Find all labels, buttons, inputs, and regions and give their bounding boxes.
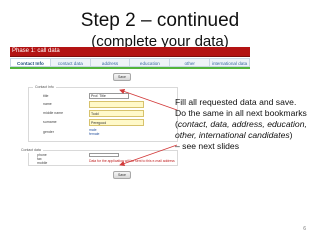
email-note: Data for the application will be sent to…: [89, 159, 175, 163]
tab-other[interactable]: other: [170, 58, 211, 67]
tab-contact-info[interactable]: Contact Info: [10, 58, 51, 67]
field-label-surname: surname: [43, 120, 57, 124]
field-label-name: name: [43, 102, 52, 106]
callout-line: – see next slides: [175, 141, 240, 151]
section-legend: Contact Info: [33, 85, 56, 90]
tab-underline: [10, 67, 250, 69]
save-button-top[interactable]: Save: [113, 73, 131, 81]
form-header: Phase 1: call data: [10, 47, 250, 56]
callout-line: (contact, data, address, education,: [175, 119, 317, 130]
name-field[interactable]: [89, 101, 144, 108]
form-row: gender male female: [29, 128, 179, 136]
tab-address[interactable]: address: [90, 58, 131, 67]
gender-option-female[interactable]: female: [89, 132, 100, 136]
tab-contact-data[interactable]: contact data: [50, 58, 91, 67]
tab-education[interactable]: education: [130, 58, 171, 67]
bookmark-list: contact, data, address, education,: [177, 119, 307, 129]
tab-international-data[interactable]: international data: [210, 58, 250, 67]
field-label-title: title: [43, 94, 49, 98]
save-button-bottom[interactable]: Save: [113, 171, 131, 179]
header-rule: [10, 56, 250, 57]
paren-close: ): [289, 130, 293, 140]
bookmark-list: other, international candidates: [175, 130, 290, 140]
contact-info-section: Contact Info title Prof. Title name midd…: [28, 85, 179, 142]
title-select[interactable]: Prof. Title: [89, 93, 129, 99]
middle-name-field[interactable]: Todd: [89, 110, 144, 117]
slide-title: Step 2 – continued: [80, 10, 240, 31]
form-tabbar: Contact Info contact data address educat…: [10, 58, 250, 67]
instruction-callout: Fill all requested data and save. Do the…: [175, 97, 317, 152]
field-label-middle-name: middle name: [43, 111, 64, 115]
form-row: name: [29, 100, 179, 108]
phone-field[interactable]: [89, 153, 119, 157]
form-row: title Prof. Title: [29, 92, 179, 100]
callout-line: Fill all requested data and save.: [175, 97, 297, 107]
page-number: 6: [303, 226, 306, 232]
field-label-mobile: mobile: [37, 161, 48, 165]
surname-field[interactable]: Peregood: [89, 119, 144, 126]
callout-line: other, international candidates): [175, 130, 317, 141]
form-row: middle name Todd: [29, 109, 179, 117]
form-row: surname Peregood: [29, 118, 179, 126]
callout-line: Do the same in all next bookmarks: [175, 108, 307, 118]
field-label-gender: gender: [43, 130, 54, 134]
contact-data-section: Contact data phone fax Data for the appl…: [19, 148, 178, 166]
